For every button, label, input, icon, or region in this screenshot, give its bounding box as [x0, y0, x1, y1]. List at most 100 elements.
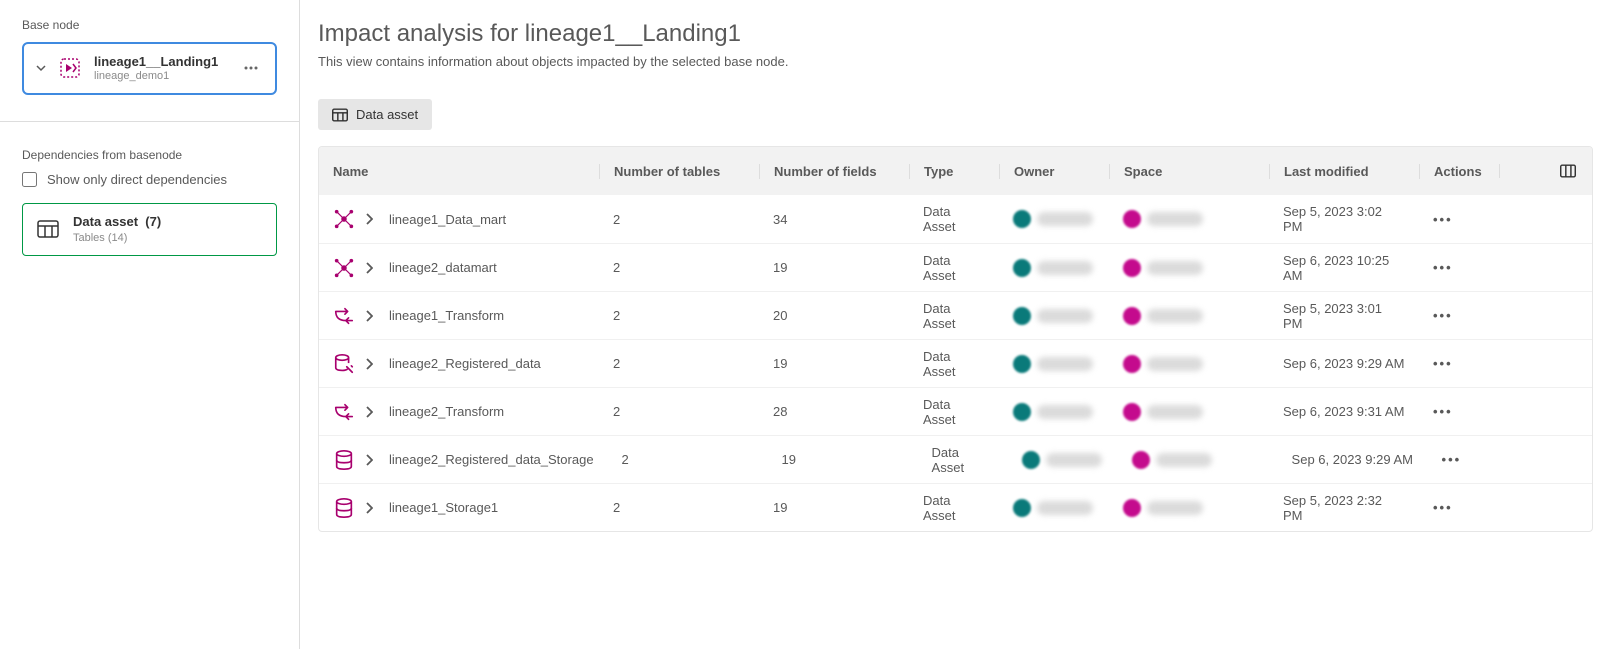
expand-row-button[interactable] — [365, 310, 379, 322]
columns-icon — [1560, 164, 1576, 178]
row-actions-button[interactable]: ••• — [1433, 260, 1453, 275]
row-tables: 2 — [599, 500, 759, 515]
row-tables: 2 — [608, 452, 768, 467]
row-actions-button[interactable]: ••• — [1442, 452, 1462, 467]
row-modified: Sep 5, 2023 3:01 PM — [1269, 301, 1419, 331]
row-fields: 34 — [759, 212, 909, 227]
row-tables: 2 — [599, 260, 759, 275]
basenode-card[interactable]: lineage1__Landing1 lineage_demo1 — [22, 42, 277, 95]
row-space — [1109, 307, 1269, 325]
row-tables: 2 — [599, 356, 759, 371]
row-modified: Sep 6, 2023 9:31 AM — [1269, 404, 1419, 419]
row-space — [1109, 499, 1269, 517]
row-name: lineage1_Storage1 — [389, 500, 498, 515]
table-row[interactable]: lineage2_Registered_data_Storage 219Data … — [319, 435, 1592, 483]
row-owner — [999, 355, 1109, 373]
table-row[interactable]: lineage1_Data_mart 234Data Asset Sep 5, 20… — [319, 195, 1592, 243]
row-actions-button[interactable]: ••• — [1433, 356, 1453, 371]
table-icon — [35, 216, 61, 242]
col-name[interactable]: Name — [319, 164, 599, 179]
row-space — [1109, 210, 1269, 228]
dep-card-subtitle: Tables (14) — [73, 231, 161, 245]
col-modified[interactable]: Last modified — [1269, 164, 1419, 179]
col-owner[interactable]: Owner — [999, 164, 1109, 179]
table-icon — [332, 108, 348, 122]
row-name: lineage2_Transform — [389, 404, 504, 419]
show-direct-deps-input[interactable] — [22, 172, 37, 187]
row-actions-button[interactable]: ••• — [1433, 500, 1453, 515]
row-fields: 28 — [759, 404, 909, 419]
expand-row-button[interactable] — [365, 502, 379, 514]
row-tables: 2 — [599, 308, 759, 323]
col-fields[interactable]: Number of fields — [759, 164, 909, 179]
page-subtitle: This view contains information about obj… — [300, 54, 1611, 69]
expand-row-button[interactable] — [365, 213, 379, 225]
row-space — [1118, 451, 1278, 469]
table-row[interactable]: lineage1_Transform220Data AssetSep 5, 20… — [319, 291, 1592, 339]
transform-icon — [333, 305, 355, 327]
show-direct-deps-label: Show only direct dependencies — [47, 172, 227, 187]
row-type: Data Asset — [909, 204, 999, 234]
table-row[interactable]: lineage2_Transform 228Data Asset Sep 6, 20… — [319, 387, 1592, 435]
expand-row-button[interactable] — [365, 358, 379, 370]
row-modified: Sep 5, 2023 2:32 PM — [1269, 493, 1419, 523]
divider — [0, 121, 299, 122]
col-type[interactable]: Type — [909, 164, 999, 179]
row-modified: Sep 6, 2023 9:29 AM — [1278, 452, 1428, 467]
expand-row-button[interactable] — [365, 406, 379, 418]
storage-icon — [333, 497, 355, 519]
chip-label: Data asset — [356, 107, 418, 122]
row-type: Data Asset — [909, 301, 999, 331]
table-row[interactable]: lineage1_Storage1219Data AssetSep 5, 202… — [319, 483, 1592, 531]
data-asset-chip[interactable]: Data asset — [318, 99, 432, 130]
row-name: lineage2_datamart — [389, 260, 497, 275]
table-row[interactable]: lineage2_datamart219Data AssetSep 6, 202… — [319, 243, 1592, 291]
row-name: lineage2_Registered_data_Storage — [389, 452, 594, 467]
row-type: Data Asset — [909, 253, 999, 283]
row-type: Data Asset — [909, 397, 999, 427]
show-direct-deps-checkbox[interactable]: Show only direct dependencies — [22, 172, 277, 187]
row-actions-button[interactable]: ••• — [1433, 308, 1453, 323]
row-owner — [999, 499, 1109, 517]
row-fields: 19 — [759, 356, 909, 371]
col-tables[interactable]: Number of tables — [599, 164, 759, 179]
basenode-title: lineage1__Landing1 — [94, 54, 229, 70]
page-title: Impact analysis for lineage1__Landing1 — [300, 20, 1611, 54]
impact-table: Name Number of tables Number of fields T… — [318, 146, 1593, 532]
sidebar: Base node lineage1__Landing1 lineage_dem… — [0, 0, 300, 649]
expand-row-button[interactable] — [365, 262, 379, 274]
registered-icon — [333, 353, 355, 375]
col-settings-button[interactable] — [1499, 164, 1592, 178]
row-type: Data Asset — [909, 349, 999, 379]
row-name: lineage2_Registered_data — [389, 356, 541, 371]
row-type: Data Asset — [918, 445, 1008, 475]
row-owner — [999, 403, 1109, 421]
row-fields: 19 — [759, 260, 909, 275]
dependencies-label: Dependencies from basenode — [22, 148, 277, 162]
table-row[interactable]: lineage2_Registered_data 219Data Asset Sep… — [319, 339, 1592, 387]
row-owner — [999, 210, 1109, 228]
row-owner — [999, 307, 1109, 325]
landing-icon — [56, 54, 84, 82]
data-asset-card[interactable]: Data asset (7) Tables (14) — [22, 203, 277, 256]
row-actions-button[interactable]: ••• — [1433, 404, 1453, 419]
transform-icon — [333, 401, 355, 423]
basenode-subtitle: lineage_demo1 — [94, 70, 229, 83]
row-actions-button[interactable]: ••• — [1433, 212, 1453, 227]
row-fields: 19 — [768, 452, 918, 467]
network-icon — [333, 208, 355, 230]
row-modified: Sep 6, 2023 9:29 AM — [1269, 356, 1419, 371]
chevron-down-icon[interactable] — [36, 63, 46, 73]
row-modified: Sep 5, 2023 3:02 PM — [1269, 204, 1419, 234]
dep-card-title: Data asset (7) — [73, 214, 161, 231]
col-space[interactable]: Space — [1109, 164, 1269, 179]
row-name: lineage1_Data_mart — [389, 212, 506, 227]
col-actions: Actions — [1419, 164, 1499, 179]
basenode-more-button[interactable] — [239, 56, 263, 80]
row-type: Data Asset — [909, 493, 999, 523]
row-space — [1109, 355, 1269, 373]
storage-icon — [333, 449, 355, 471]
row-tables: 2 — [599, 212, 759, 227]
row-tables: 2 — [599, 404, 759, 419]
expand-row-button[interactable] — [365, 454, 379, 466]
